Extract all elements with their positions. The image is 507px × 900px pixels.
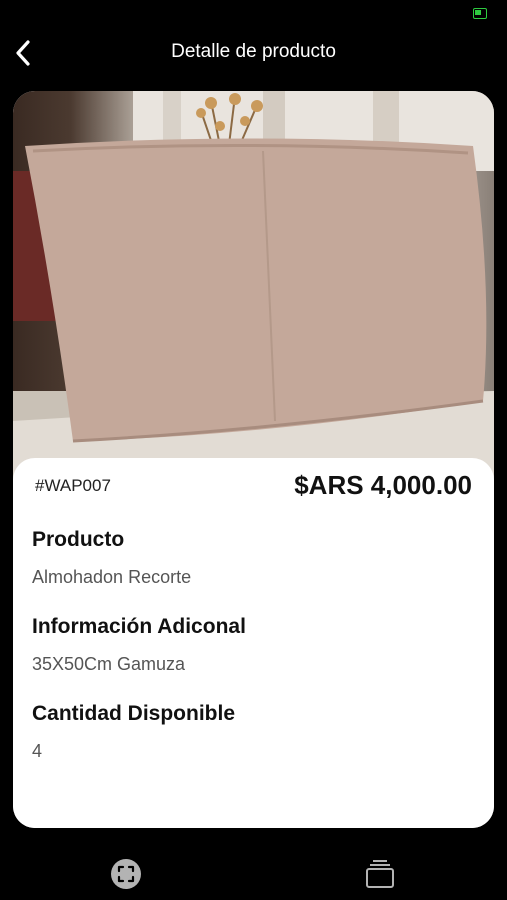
product-image — [13, 91, 494, 481]
tab-scan[interactable] — [109, 857, 143, 891]
available-quantity-value: 4 — [32, 741, 43, 761]
tab-bar — [0, 845, 507, 900]
stacked-cards-icon — [366, 860, 394, 888]
available-quantity-label: Cantidad Disponible — [32, 702, 236, 725]
additional-info-value: 35X50Cm Gamuza — [32, 654, 186, 674]
product-sku: #WAP007 — [35, 476, 111, 495]
product-info-panel: #WAP007 $ARS 4,000.00 Producto Almohadon… — [13, 458, 494, 828]
product-price: $ARS 4,000.00 — [294, 470, 472, 500]
status-bar — [0, 0, 507, 26]
scan-icon — [111, 859, 141, 889]
header: Detalle de producto — [0, 26, 507, 78]
product-name-label: Producto — [32, 528, 125, 551]
page-title: Detalle de producto — [171, 41, 336, 62]
battery-icon — [473, 8, 487, 19]
product-card: #WAP007 $ARS 4,000.00 Producto Almohadon… — [13, 91, 494, 828]
additional-info-label: Información Adiconal — [32, 615, 246, 638]
product-name-value: Almohadon Recorte — [32, 567, 192, 587]
tab-catalog[interactable] — [363, 857, 397, 891]
